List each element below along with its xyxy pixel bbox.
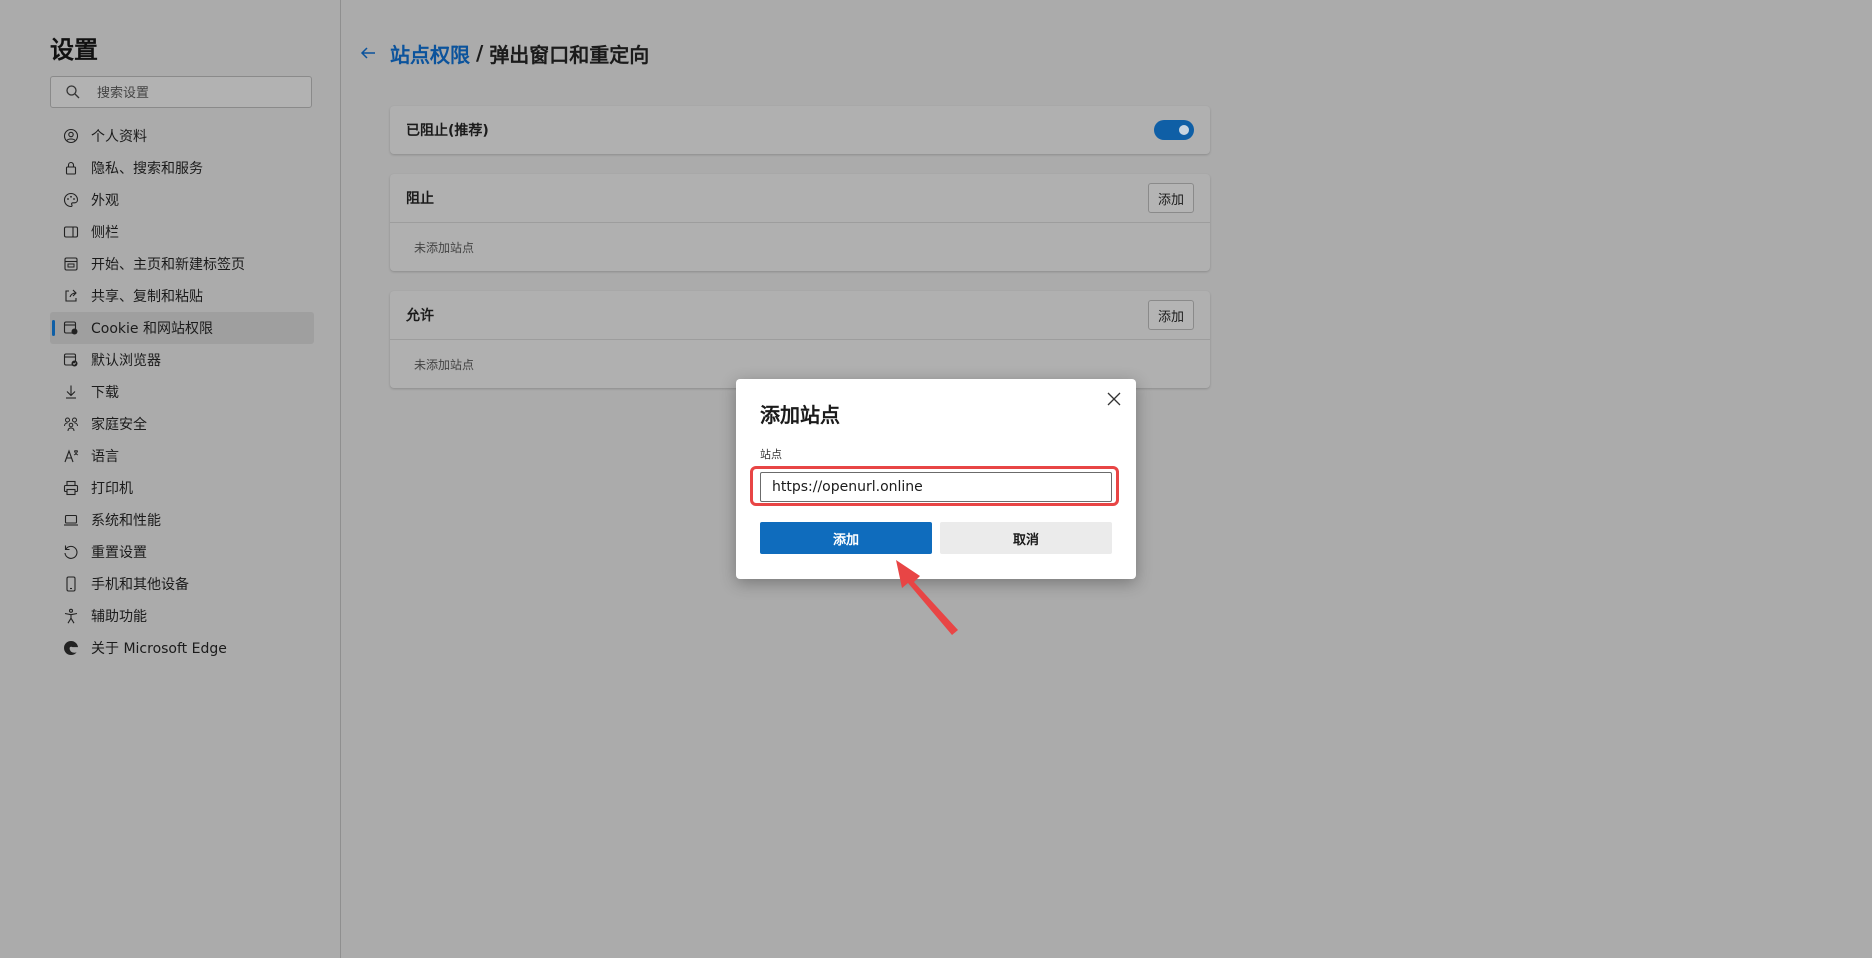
sidebar-item-privacy[interactable]: 隐私、搜索和服务: [50, 152, 314, 184]
sidebar-item-label: 默认浏览器: [91, 353, 161, 369]
browser-icon: [63, 352, 79, 368]
palette-icon: [63, 192, 79, 208]
sidebar-item-language[interactable]: 语言: [50, 440, 314, 472]
close-icon[interactable]: [1102, 387, 1126, 411]
dialog-cancel-button[interactable]: 取消: [940, 522, 1112, 554]
sidebar-item-label: 共享、复制和粘贴: [91, 289, 203, 305]
settings-nav: 个人资料 隐私、搜索和服务 外观 侧栏 开始、主页和新建标签页 共享、复制和粘贴…: [50, 120, 314, 664]
search-icon: [65, 84, 81, 104]
block-add-button[interactable]: 添加: [1148, 183, 1194, 213]
profile-icon: [63, 128, 79, 144]
sidebar-item-label: 打印机: [91, 481, 133, 497]
allow-section-card: 允许 添加 未添加站点: [390, 291, 1210, 388]
sidebar-item-start-home[interactable]: 开始、主页和新建标签页: [50, 248, 314, 280]
back-arrow-icon[interactable]: [356, 41, 380, 65]
block-empty-text: 未添加站点: [390, 222, 1210, 271]
sidebar-item-label: 下载: [91, 385, 119, 401]
printer-icon: [63, 480, 79, 496]
sidebar-item-label: 个人资料: [91, 129, 147, 145]
toggle-knob: [1179, 125, 1189, 135]
family-icon: [63, 416, 79, 432]
settings-sidebar: 设置 个人资料 隐私、搜索和服务 外观 侧栏 开始、主页和新建标签页: [0, 0, 341, 958]
site-field-label: 站点: [760, 448, 782, 461]
sidebar-item-system[interactable]: 系统和性能: [50, 504, 314, 536]
site-url-input[interactable]: [760, 472, 1112, 502]
search-box[interactable]: [50, 76, 312, 108]
reset-icon: [63, 544, 79, 560]
sidebar-item-label: 重置设置: [91, 545, 147, 561]
sidebar-item-label: 侧栏: [91, 225, 119, 241]
blocked-toggle-card: 已阻止(推荐): [390, 106, 1210, 154]
blocked-toggle-label: 已阻止(推荐): [406, 123, 489, 139]
sidebar-item-about[interactable]: 关于 Microsoft Edge: [50, 632, 314, 664]
home-tab-icon: [63, 256, 79, 272]
sidebar-item-share[interactable]: 共享、复制和粘贴: [50, 280, 314, 312]
sidebar-item-label: 家庭安全: [91, 417, 147, 433]
sidebar-item-label: 系统和性能: [91, 513, 161, 529]
breadcrumb-separator: /: [476, 41, 484, 65]
sidebar-item-profile[interactable]: 个人资料: [50, 120, 314, 152]
breadcrumb-link-site-permissions[interactable]: 站点权限: [390, 39, 470, 68]
share-icon: [63, 288, 79, 304]
sidebar-item-phone[interactable]: 手机和其他设备: [50, 568, 314, 600]
sidebar-item-label: 关于 Microsoft Edge: [91, 641, 227, 657]
sidebar-item-label: 手机和其他设备: [91, 577, 189, 593]
search-input[interactable]: [95, 81, 299, 105]
sidebar-item-default-browser[interactable]: 默认浏览器: [50, 344, 314, 376]
sidebar-item-label: 外观: [91, 193, 119, 209]
sidebar-item-cookies[interactable]: Cookie 和网站权限: [50, 312, 314, 344]
sidebar-item-downloads[interactable]: 下载: [50, 376, 314, 408]
phone-icon: [63, 576, 79, 592]
cookie-site-icon: [63, 320, 79, 336]
allow-add-button[interactable]: 添加: [1148, 300, 1194, 330]
annotation-arrow-icon: [896, 560, 958, 635]
accessibility-icon: [63, 608, 79, 624]
sidebar-title: 设置: [50, 36, 98, 64]
blocked-toggle-switch[interactable]: [1154, 120, 1194, 140]
sidebar-item-label: 开始、主页和新建标签页: [91, 257, 245, 273]
sidebar-item-label: 语言: [91, 449, 119, 465]
language-icon: [63, 448, 79, 464]
sidebar-item-family[interactable]: 家庭安全: [50, 408, 314, 440]
block-section-title: 阻止: [406, 191, 434, 207]
allow-section-title: 允许: [406, 308, 434, 324]
sidebar-item-accessibility[interactable]: 辅助功能: [50, 600, 314, 632]
sidebar-item-reset[interactable]: 重置设置: [50, 536, 314, 568]
sidebar-item-label: 隐私、搜索和服务: [91, 161, 203, 177]
sidebar-item-label: Cookie 和网站权限: [91, 321, 213, 337]
edge-logo-icon: [63, 640, 79, 656]
sidebar-item-appearance[interactable]: 外观: [50, 184, 314, 216]
download-icon: [63, 384, 79, 400]
sidebar-icon: [63, 224, 79, 240]
breadcrumb: 站点权限 / 弹出窗口和重定向: [356, 38, 649, 68]
sidebar-item-label: 辅助功能: [91, 609, 147, 625]
laptop-icon: [63, 512, 79, 528]
sidebar-item-sidebar[interactable]: 侧栏: [50, 216, 314, 248]
sidebar-item-printers[interactable]: 打印机: [50, 472, 314, 504]
lock-icon: [63, 160, 79, 176]
dialog-title: 添加站点: [760, 403, 840, 427]
page-title: 弹出窗口和重定向: [489, 42, 650, 67]
block-section-card: 阻止 添加 未添加站点: [390, 174, 1210, 271]
